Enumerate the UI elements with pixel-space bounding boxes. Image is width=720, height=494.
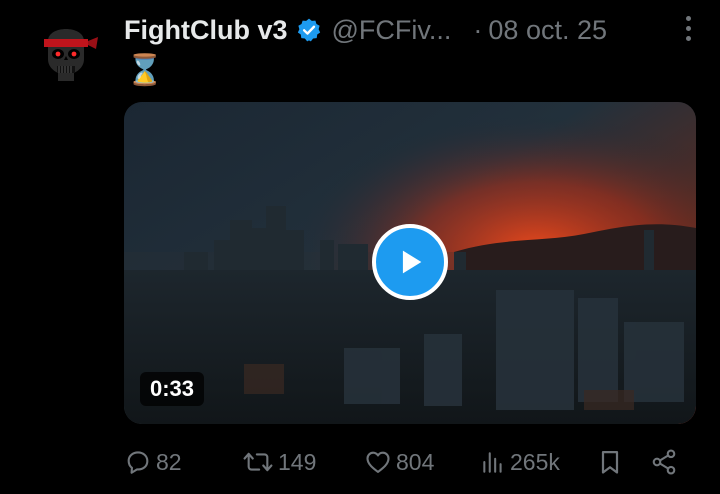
tweet-text: ⌛ [126, 54, 164, 87]
tweet-actions: 82 149 804 265k [124, 442, 694, 482]
separator-dot: · [473, 14, 483, 45]
reply-icon [127, 451, 149, 474]
author-handle[interactable]: @FCFiv... [332, 15, 452, 46]
video-duration: 0:33 [140, 372, 205, 406]
share-button[interactable] [650, 442, 678, 482]
views-icon [483, 452, 502, 473]
video-player[interactable]: 0:33 [124, 102, 696, 424]
tweet-date[interactable]: 08 oct. 25 [488, 15, 607, 46]
bookmark-icon [601, 450, 619, 474]
reply-count: 82 [156, 448, 182, 475]
avatar[interactable] [30, 15, 102, 87]
reply-button[interactable]: 82 [124, 442, 182, 482]
play-icon [402, 250, 422, 274]
views-button[interactable]: 265k [480, 442, 560, 482]
repost-button[interactable]: 149 [242, 442, 316, 482]
like-count: 804 [396, 448, 435, 475]
verified-badge-icon [296, 17, 322, 43]
like-icon [366, 451, 390, 473]
like-button[interactable]: 804 [364, 442, 434, 482]
author-name[interactable]: FightClub v3 [124, 15, 288, 46]
play-button[interactable] [372, 224, 448, 300]
views-count: 265k [510, 448, 560, 475]
repost-count: 149 [278, 448, 317, 475]
repost-icon [243, 452, 273, 472]
bookmark-button[interactable] [596, 442, 624, 482]
more-options-icon[interactable] [676, 11, 700, 45]
tweet-header: FightClub v3 @FCFiv... · 08 oct. 25 [124, 10, 714, 50]
share-icon [652, 449, 676, 475]
